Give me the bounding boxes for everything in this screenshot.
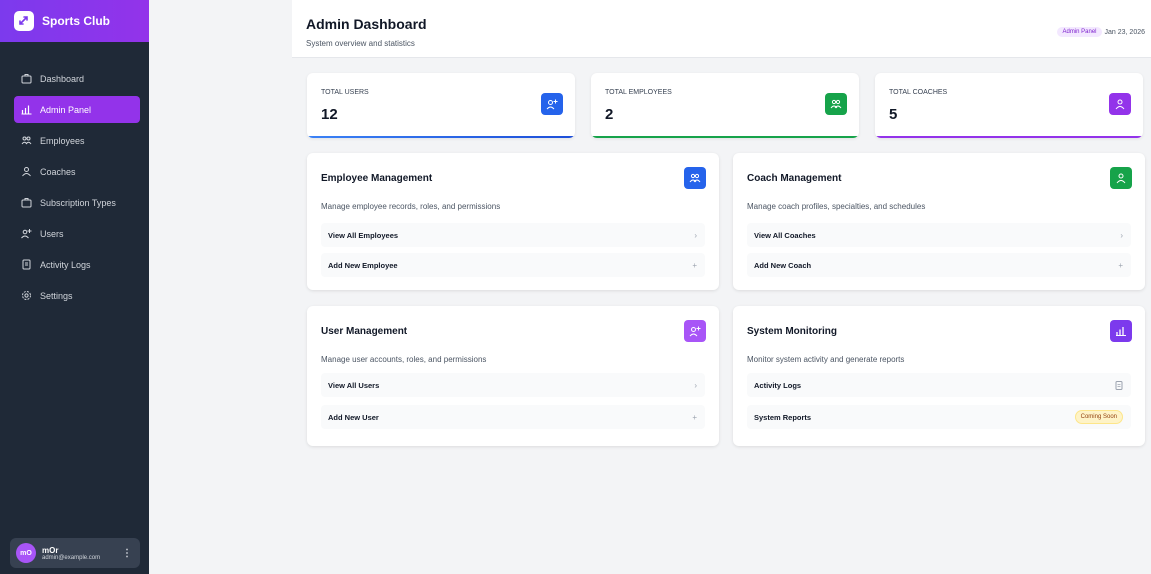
document-icon [20,259,32,271]
page-header: Admin Dashboard System overview and stat… [292,0,1151,58]
system-reports-button[interactable]: System Reports Coming Soon [747,405,1131,429]
stat-card-users: TOTAL USERS 12 [307,73,575,138]
brand[interactable]: Sports Club [0,0,149,42]
sidebar-item-label: Subscription Types [40,197,116,208]
sidebar-item-label: Activity Logs [40,259,91,270]
sidebar-nav: Dashboard Admin Panel Employees Coaches … [0,65,149,309]
sidebar-item-users[interactable]: Users [14,220,140,247]
more-options-icon[interactable]: ⋮ [122,548,132,559]
add-new-coach-button[interactable]: Add New Coach + [747,253,1131,277]
stat-accent-bar [591,136,859,138]
panel-description: Monitor system activity and generate rep… [747,355,905,364]
row-label: Add New Coach [754,260,812,270]
logo-icon [14,11,34,31]
panel-description: Manage employee records, roles, and perm… [321,202,501,211]
panel-title: Coach Management [747,173,842,184]
users-icon [20,135,32,147]
stat-label: TOTAL COACHES [889,89,948,96]
stat-label: TOTAL USERS [321,89,369,96]
avatar: mO [16,543,36,563]
page-title: Admin Dashboard [306,16,427,32]
row-label: Add New Employee [328,260,398,270]
stat-accent-bar [875,136,1143,138]
row-label: Activity Logs [754,380,802,390]
user-icon [1109,93,1131,115]
plus-icon: + [692,412,697,422]
view-all-employees-button[interactable]: View All Employees › [321,223,705,247]
add-new-user-button[interactable]: Add New User + [321,405,705,429]
user-info: mOr admin@example.com [42,546,116,561]
view-all-users-button[interactable]: View All Users › [321,373,705,397]
chevron-right-icon: › [1120,230,1123,240]
admin-badge: Admin Panel [1057,27,1102,37]
user-email: admin@example.com [42,554,101,561]
stat-card-employees: TOTAL EMPLOYEES 2 [591,73,859,138]
document-icon [1115,380,1123,390]
user-card[interactable]: mO mOr admin@example.com ⋮ [10,538,140,568]
sidebar-item-settings[interactable]: Settings [14,282,140,309]
stat-accent-bar [307,136,575,138]
page-subtitle: System overview and statistics [306,39,415,48]
briefcase-icon [20,197,32,209]
users-icon [825,93,847,115]
chart-icon [1110,320,1132,342]
sidebar-item-label: Coaches [40,166,76,177]
user-management-panel: User Management Manage user accounts, ro… [307,306,719,446]
stat-value: 2 [605,106,614,123]
sidebar: Sports Club Dashboard Admin Panel Employ… [0,0,149,574]
row-label: Add New User [328,412,379,422]
panel-title: System Monitoring [747,326,838,337]
sidebar-item-activity-logs[interactable]: Activity Logs [14,251,140,278]
sidebar-item-label: Users [40,228,64,239]
plus-icon: + [1118,260,1123,270]
stat-card-coaches: TOTAL COACHES 5 [875,73,1143,138]
sidebar-item-coaches[interactable]: Coaches [14,158,140,185]
sidebar-item-label: Dashboard [40,73,85,84]
activity-logs-button[interactable]: Activity Logs [747,373,1131,397]
employee-management-panel: Employee Management Manage employee reco… [307,153,719,290]
sidebar-item-dashboard[interactable]: Dashboard [14,65,140,92]
chart-icon [20,104,32,116]
panel-description: Manage user accounts, roles, and permiss… [321,355,487,364]
sidebar-item-employees[interactable]: Employees [14,127,140,154]
stat-value: 5 [889,106,898,123]
briefcase-icon [20,73,32,85]
chevron-right-icon: › [694,230,697,240]
coach-management-panel: Coach Management Manage coach profiles, … [733,153,1145,290]
plus-icon: + [692,260,697,270]
row-label: View All Coaches [754,230,816,240]
user-plus-icon [684,320,706,342]
row-label: System Reports [754,412,812,422]
chevron-right-icon: › [694,380,697,390]
sidebar-item-label: Settings [40,290,73,301]
sidebar-item-label: Admin Panel [40,104,92,115]
user-plus-icon [20,228,32,240]
panel-description: Manage coach profiles, specialties, and … [747,202,926,211]
row-label: View All Users [328,380,380,390]
panel-title: User Management [321,326,408,337]
header-meta: Admin Panel Jan 23, 2026 [1057,27,1145,37]
row-label: View All Employees [328,230,399,240]
user-icon [20,166,32,178]
panel-title: Employee Management [321,173,433,184]
gear-icon [20,290,32,302]
sidebar-item-admin-panel[interactable]: Admin Panel [14,96,140,123]
system-monitoring-panel: System Monitoring Monitor system activit… [733,306,1145,446]
brand-name: Sports Club [42,14,110,28]
view-all-coaches-button[interactable]: View All Coaches › [747,223,1131,247]
user-name: mOr [42,545,59,555]
header-date: Jan 23, 2026 [1104,28,1145,36]
user-plus-icon [541,93,563,115]
coming-soon-badge: Coming Soon [1074,410,1123,424]
user-icon [1110,167,1132,189]
sidebar-item-label: Employees [40,135,85,146]
stat-value: 12 [321,106,338,123]
sidebar-item-subscription-types[interactable]: Subscription Types [14,189,140,216]
stat-label: TOTAL EMPLOYEES [605,89,672,96]
users-icon [684,167,706,189]
add-new-employee-button[interactable]: Add New Employee + [321,253,705,277]
